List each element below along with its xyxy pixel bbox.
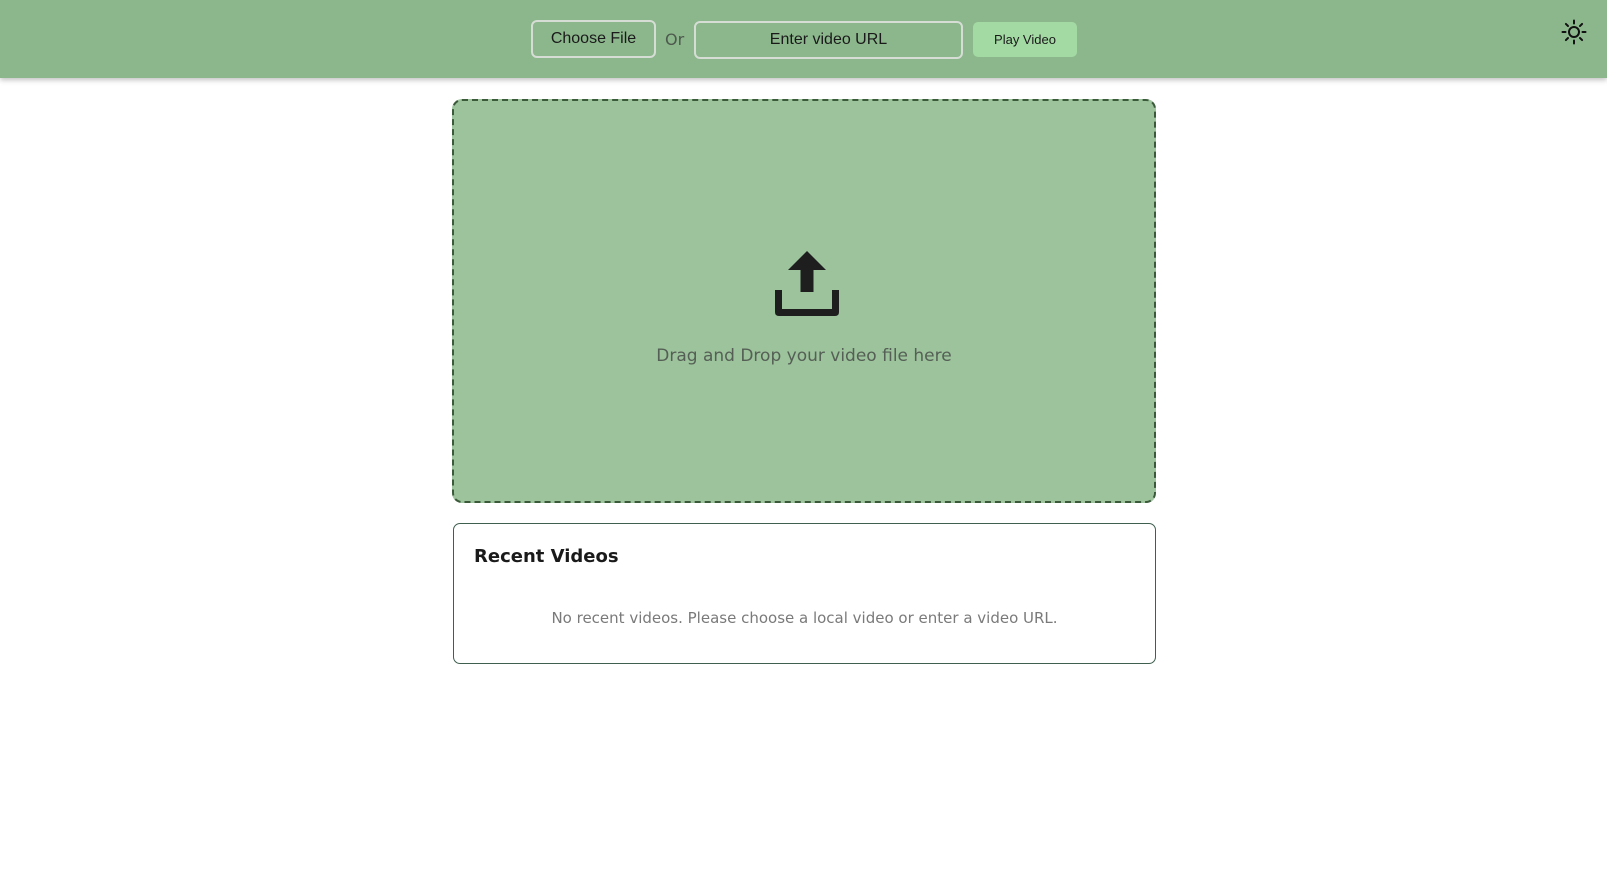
choose-file-button[interactable]: Choose File [531, 20, 656, 58]
upload-icon [775, 251, 839, 316]
video-url-input[interactable] [694, 21, 963, 59]
theme-toggle[interactable] [1561, 19, 1587, 45]
sun-icon [1561, 19, 1587, 45]
recent-videos-panel: Recent Videos No recent videos. Please c… [453, 523, 1156, 664]
or-separator: Or [665, 30, 685, 49]
dropzone-text: Drag and Drop your video file here [656, 346, 952, 366]
recent-videos-empty-message: No recent videos. Please choose a local … [551, 609, 1058, 627]
recent-videos-title: Recent Videos [474, 546, 619, 567]
top-bar: Choose File Or Play Video [0, 0, 1607, 78]
video-dropzone[interactable]: Drag and Drop your video file here [452, 99, 1156, 503]
play-video-button[interactable]: Play Video [973, 22, 1077, 57]
